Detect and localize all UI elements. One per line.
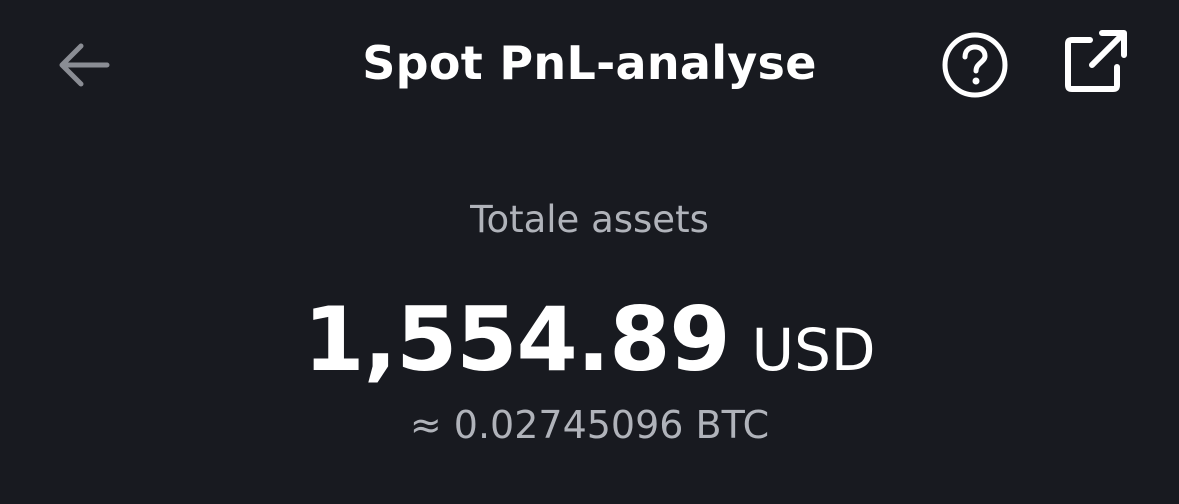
total-assets-value: 1,554.89 USD <box>0 292 1179 413</box>
help-button[interactable] <box>938 30 1012 100</box>
external-share-icon <box>1065 30 1127 92</box>
btc-equivalent: ≈ 0.02745096 BTC <box>409 403 770 447</box>
question-circle-icon <box>942 32 1008 98</box>
total-assets-amount: 1,554.89 <box>303 288 730 391</box>
total-assets-currency: USD <box>751 316 876 384</box>
top-bar: Spot PnL-analyse <box>0 0 1179 130</box>
share-button[interactable] <box>1058 26 1134 98</box>
total-assets-label: Totale assets <box>470 198 709 241</box>
